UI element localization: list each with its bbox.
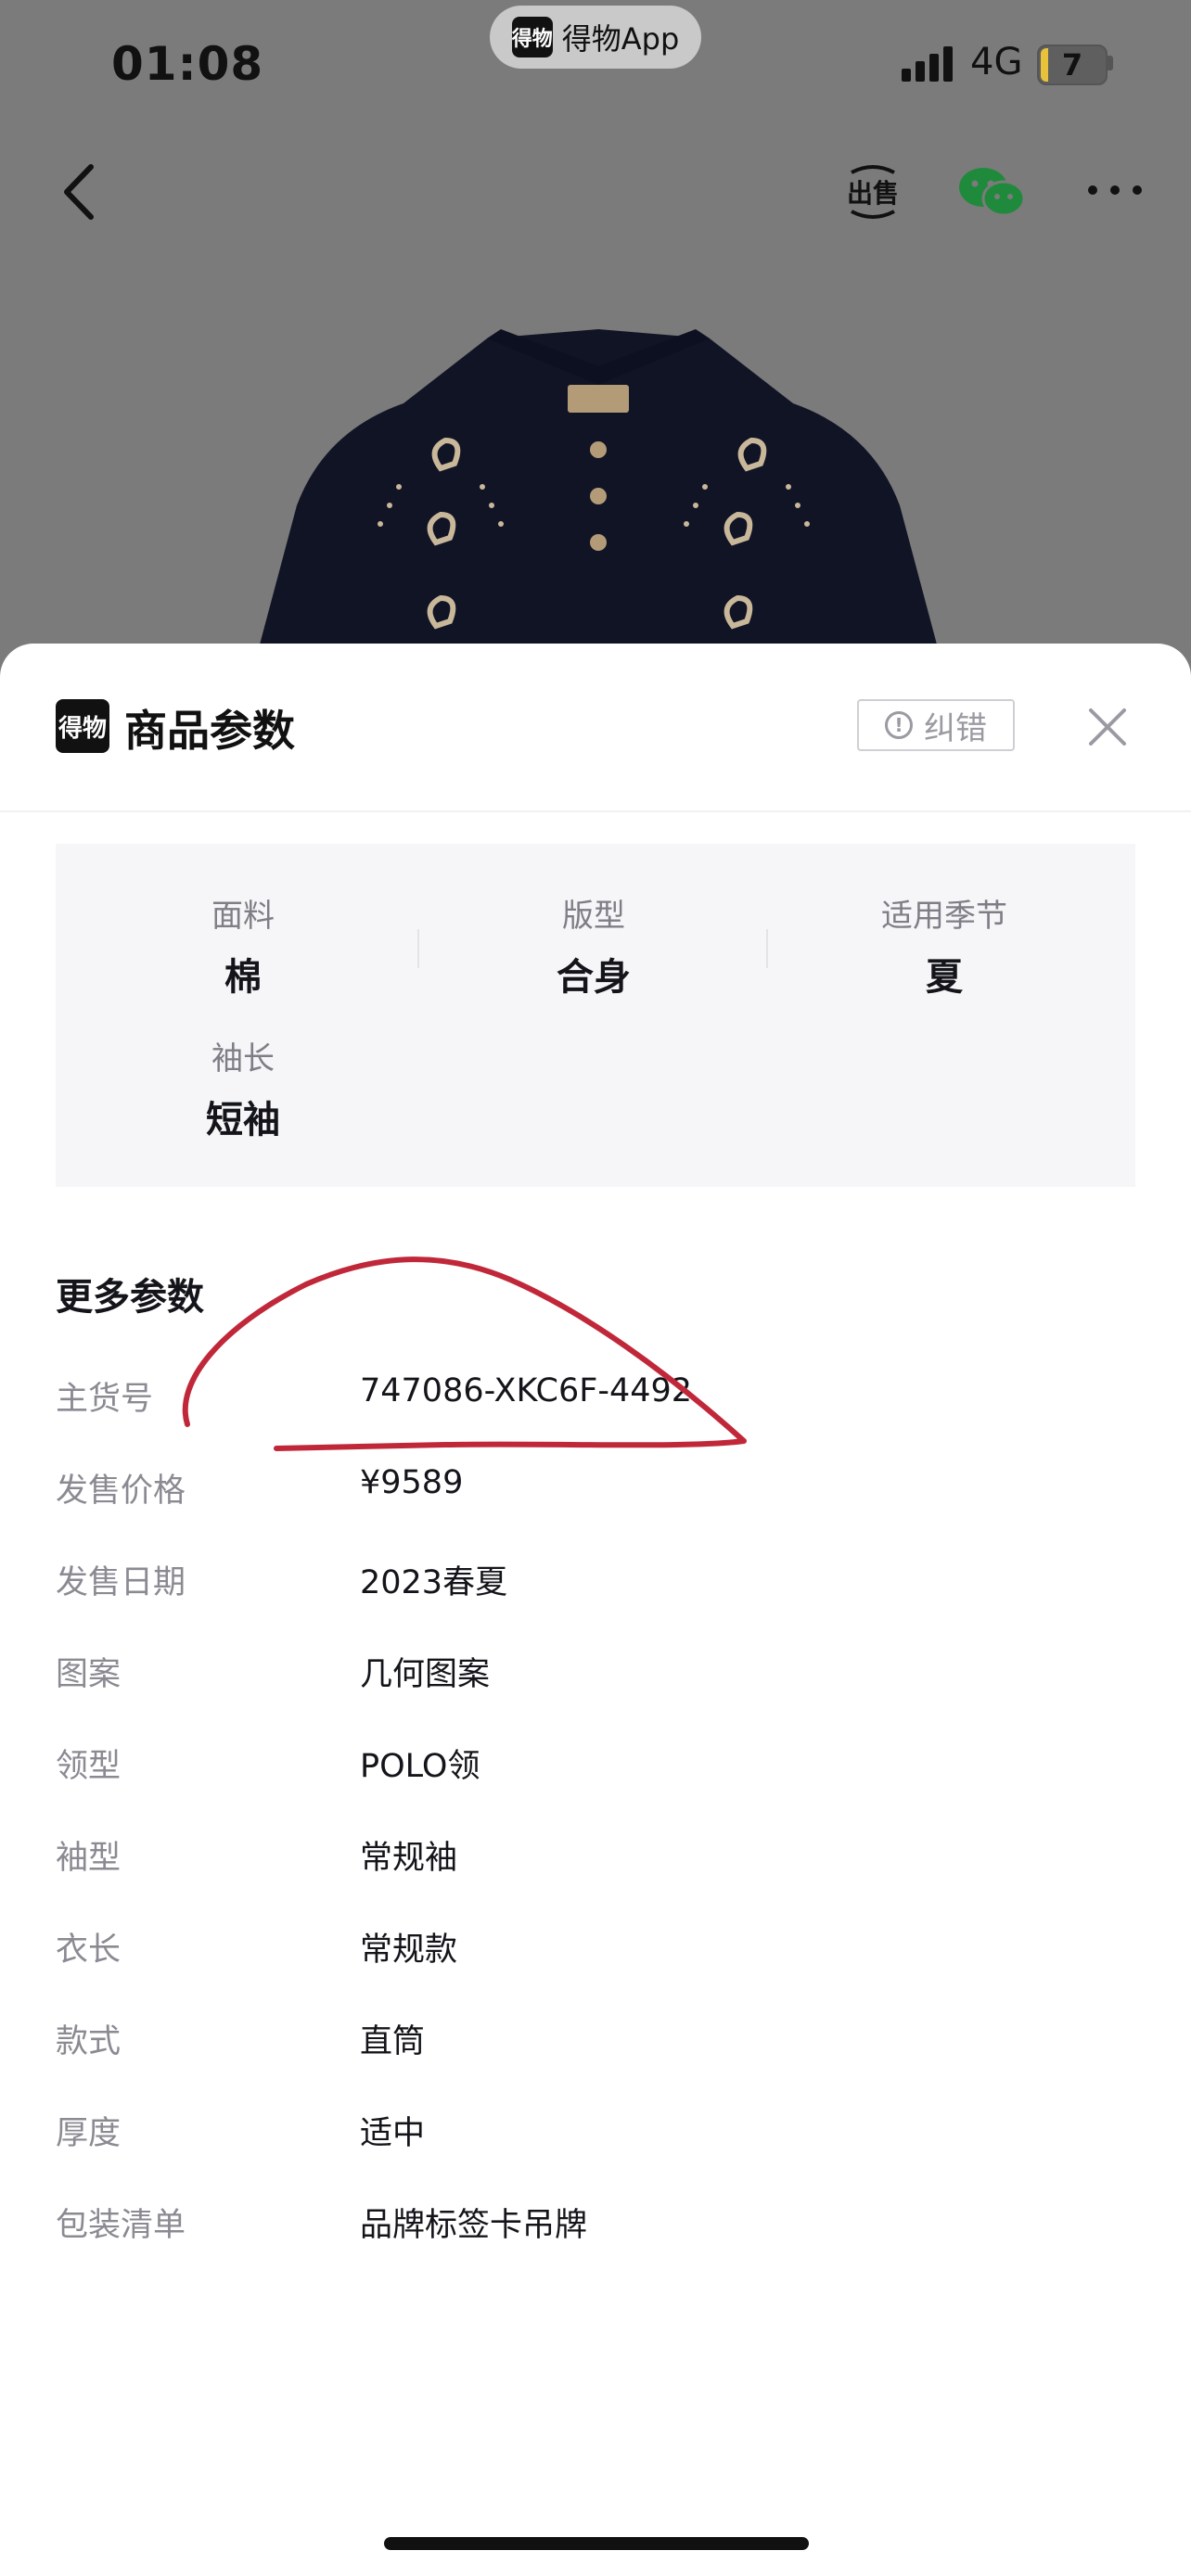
attribute-divider [417, 929, 419, 968]
sell-icon[interactable]: 出售 [842, 159, 903, 224]
param-value: 2023春夏 [360, 1564, 508, 1601]
attribute-item: 版型 合身 [455, 890, 733, 1001]
svg-text:出售: 出售 [847, 178, 899, 209]
param-label: 图案 [56, 1656, 122, 1693]
attribute-label: 适用季节 [881, 898, 1007, 935]
hand-drawn-annotation [182, 1256, 747, 1451]
param-row: 袖型 常规袖 [56, 1831, 1076, 1887]
attribute-value: 短袖 [206, 1099, 280, 1141]
attribute-item: 面料 棉 [104, 890, 382, 1001]
app-pill-label: 得物App [561, 21, 680, 57]
param-value: 几何图案 [360, 1656, 491, 1693]
attribute-value: 夏 [926, 956, 963, 999]
key-attributes-panel: 面料 棉 版型 合身 适用季节 夏 袖长 短袖 [56, 844, 1135, 1187]
param-label: 衣长 [56, 1932, 122, 1969]
attribute-divider [766, 929, 768, 968]
wechat-icon[interactable] [955, 159, 1030, 224]
param-label: 袖型 [56, 1840, 122, 1877]
param-value: 品牌标签卡吊牌 [360, 2207, 588, 2244]
param-label: 包装清单 [56, 2207, 186, 2244]
app-logo-icon: 得物 [511, 17, 553, 57]
param-label: 主货号 [56, 1381, 154, 1418]
network-type: 4G [970, 41, 1023, 83]
param-row: 款式 直筒 [56, 2015, 1076, 2071]
param-label: 款式 [56, 2023, 122, 2060]
product-params-sheet: 得物 商品参数 ! 纠错 面料 棉 版型 合身 适用季节 夏 袖长 短袖 更多参… [0, 644, 1191, 2576]
attribute-label: 版型 [562, 898, 625, 935]
more-icon[interactable] [1085, 176, 1145, 204]
back-icon[interactable] [54, 159, 109, 224]
sheet-title: 商品参数 [124, 706, 295, 756]
attribute-value: 棉 [224, 956, 262, 999]
attribute-item: 适用季节 夏 [805, 890, 1083, 1001]
product-image [260, 329, 937, 682]
status-bar: 01:08 得物 得物App 4G 7 [0, 0, 1191, 130]
param-row: 厚度 适中 [56, 2107, 1076, 2162]
app-pill[interactable]: 得物 得物App [490, 6, 701, 69]
param-row: 发售日期 2023春夏 [56, 1556, 1076, 1612]
param-value: 适中 [360, 2115, 426, 2152]
status-time: 01:08 [111, 37, 264, 91]
param-row: 包装清单 品牌标签卡吊牌 [56, 2199, 1076, 2254]
attribute-label: 袖长 [211, 1040, 275, 1078]
report-error-label: 纠错 [924, 709, 987, 747]
param-value: 直筒 [360, 2023, 426, 2060]
battery-icon: 7 [1037, 45, 1108, 85]
param-value: 常规款 [360, 1932, 458, 1969]
attribute-label: 面料 [211, 898, 275, 935]
param-label: 领型 [56, 1748, 122, 1785]
sheet-header: 得物 商品参数 ! 纠错 [0, 644, 1191, 812]
param-label: 发售价格 [56, 1473, 186, 1510]
attribute-value: 合身 [557, 956, 631, 999]
battery-level: 7 [1061, 47, 1083, 83]
attribute-item: 袖长 短袖 [104, 1033, 382, 1143]
param-row: 领型 POLO领 [56, 1740, 1076, 1795]
param-value: POLO领 [360, 1748, 480, 1785]
report-error-button[interactable]: ! 纠错 [857, 699, 1015, 751]
home-indicator[interactable] [384, 2537, 809, 2550]
param-row: 衣长 常规款 [56, 1923, 1076, 1979]
battery-tip [1108, 56, 1113, 70]
param-value: 常规袖 [360, 1840, 458, 1877]
signal-icon [902, 45, 955, 82]
param-row: 图案 几何图案 [56, 1648, 1076, 1703]
param-row: 发售价格 ¥9589 [56, 1464, 1076, 1520]
param-label: 厚度 [56, 2115, 122, 2152]
product-page-background: 01:08 得物 得物App 4G 7 出售 [0, 0, 1191, 682]
brand-logo-icon: 得物 [56, 699, 109, 753]
param-value: ¥9589 [360, 1464, 464, 1501]
param-label: 发售日期 [56, 1564, 186, 1601]
exclamation-icon: ! [885, 711, 913, 739]
close-icon[interactable] [1085, 705, 1130, 749]
